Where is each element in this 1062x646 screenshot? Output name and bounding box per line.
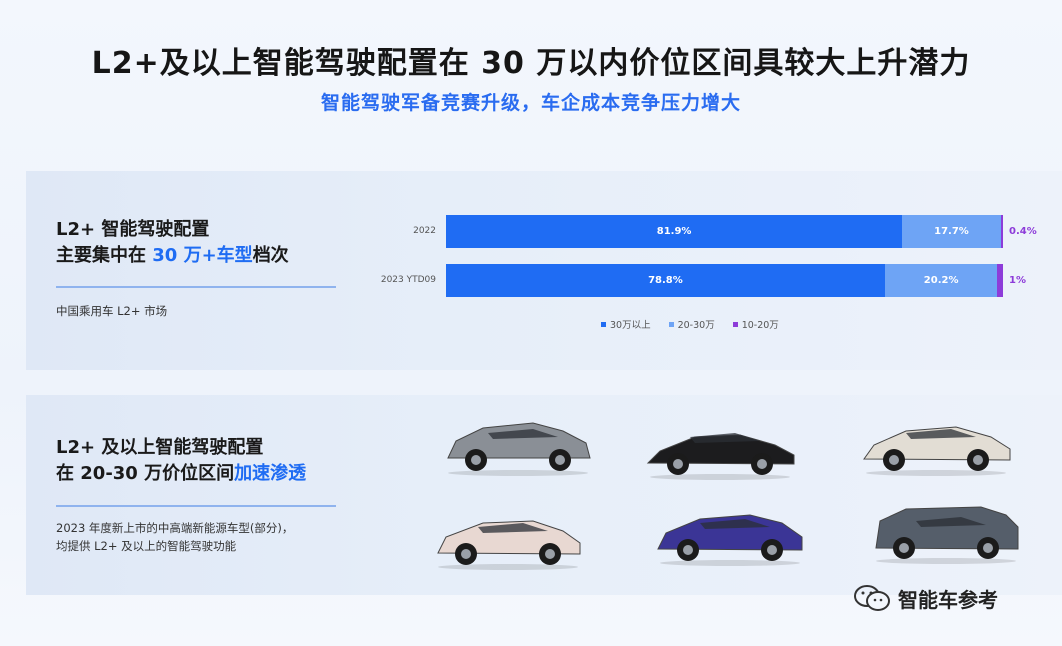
car-rim (889, 455, 899, 465)
car-shadow (876, 558, 1016, 564)
legend-item: 30万以上 (601, 317, 651, 331)
note-line-2: 均提供 L2+ 及以上的智能驾驶功能 (56, 539, 237, 553)
heading-highlight: 加速渗透 (234, 463, 307, 484)
legend-label: 10-20万 (741, 320, 779, 331)
heading-line-1: L2+ 及以上智能驾驶配置 (56, 437, 264, 458)
car-rim (983, 543, 993, 553)
cars-note: 2023 年度新上市的中高端新能源车型(部分)， 均提供 L2+ 及以上的智能驾… (56, 519, 293, 555)
heading-text: 在 20-30 万价位区间 (56, 463, 235, 484)
car-rim (767, 545, 777, 555)
legend-label: 30万以上 (610, 320, 651, 331)
car-rim (545, 549, 555, 559)
car-silhouette (646, 433, 795, 480)
note-line-1: 2023 年度新上市的中高端新能源车型(部分)， (56, 521, 294, 535)
data-label: 1% (1009, 275, 1026, 286)
legend-label: 20-30万 (677, 320, 715, 331)
watermark-text: 智能车参考 (898, 587, 998, 612)
legend-item: 10-20万 (732, 317, 779, 331)
car-silhouette (447, 422, 591, 476)
car-rim (471, 455, 481, 465)
wechat-icon (854, 585, 890, 611)
cars-panel-heading: L2+ 及以上智能驾驶配置 在 20-30 万价位区间加速渗透 (56, 435, 306, 487)
car-image-black-sedan (640, 407, 800, 485)
heading-line-2: 在 20-30 万价位区间加速渗透 (56, 461, 306, 487)
bar-segment (1000, 215, 1003, 248)
car-image-gray-suv (866, 491, 1026, 569)
car-rim (461, 549, 471, 559)
car-silhouette (875, 506, 1019, 564)
car-rim (673, 459, 683, 469)
legend-swatch (732, 321, 738, 327)
data-label: 81.9% (656, 226, 692, 237)
divider (56, 505, 336, 507)
car-shadow (438, 564, 578, 570)
car-rim (757, 459, 767, 469)
legend-swatch (668, 321, 674, 327)
chart-panel: L2+ 智能驾驶配置 主要集中在 30 万+车型档次 中国乘用车 L2+ 市场 … (26, 171, 1062, 370)
data-label: 0.4% (1009, 226, 1037, 237)
car-image-purple-crossover (650, 493, 810, 571)
category-label: 2022 (413, 226, 436, 236)
legend-item: 20-30万 (668, 317, 715, 331)
legend-swatch (601, 321, 606, 327)
category-label: 2023 YTD09 (380, 275, 436, 285)
car-silhouette (863, 426, 1011, 476)
bar-segment (997, 264, 1003, 297)
car-silhouette (657, 514, 803, 566)
data-label: 78.8% (648, 275, 683, 286)
watermark: 智能车参考 (852, 583, 998, 613)
car-rim (899, 543, 909, 553)
page-title: L2+及以上智能驾驶配置在 30 万以内价位区间具较大上升潜力 (91, 46, 971, 81)
chart-legend: 30万以上 20-30万 10-20万 (601, 317, 779, 331)
car-shadow (448, 470, 588, 476)
data-label: 17.7% (934, 226, 969, 237)
page-subtitle: 智能驾驶军备竞赛升级，车企成本竞争压力增大 (320, 92, 741, 114)
car-shadow (650, 474, 790, 480)
car-shadow (866, 470, 1006, 476)
car-image-white-sedan (856, 403, 1016, 481)
car-rim (683, 545, 693, 555)
cars-panel: L2+ 及以上智能驾驶配置 在 20-30 万价位区间加速渗透 2023 年度新… (26, 395, 1062, 595)
car-rim (555, 455, 565, 465)
stacked-bar-chart: 2022 81.9% 17.7% 0.4% 2023 YTD09 78.8% 20.2% 1% (26, 171, 1062, 370)
car-rim (973, 455, 983, 465)
car-image-gray-crossover (438, 403, 598, 481)
car-silhouette (437, 520, 581, 570)
car-shadow (660, 560, 800, 566)
car-image-pink-crossover (428, 497, 588, 575)
data-label: 20.2% (923, 275, 959, 286)
